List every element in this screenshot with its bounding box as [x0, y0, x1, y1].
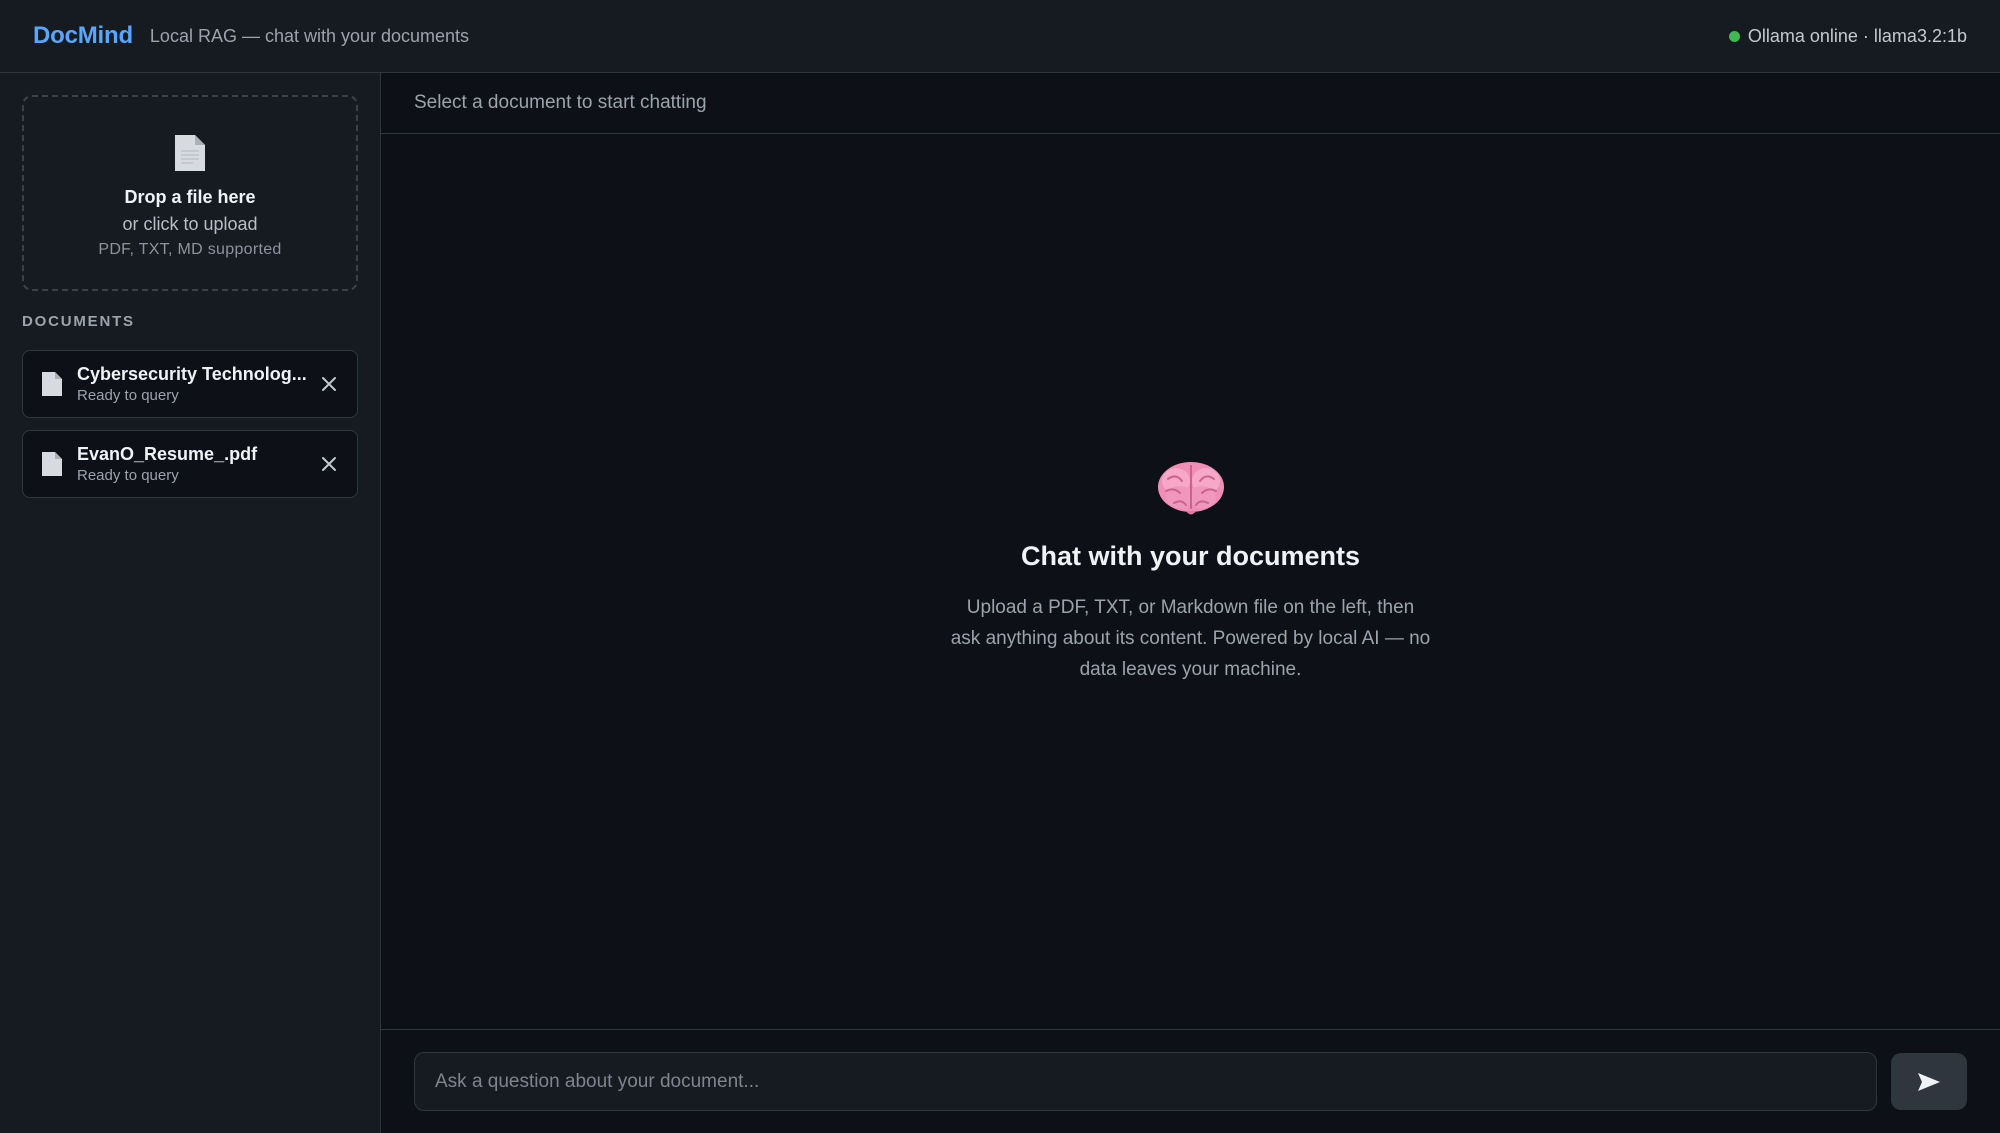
document-item[interactable]: Cybersecurity Technolog... Ready to quer…: [22, 350, 358, 418]
document-text: Cybersecurity Technolog... Ready to quer…: [77, 364, 307, 404]
document-status: Ready to query: [77, 467, 179, 484]
empty-state-description: Upload a PDF, TXT, or Markdown file on t…: [950, 596, 1431, 680]
chat-question-input[interactable]: [414, 1052, 1877, 1111]
document-status: Ready to query: [77, 387, 179, 404]
chat-input-bar: [381, 1029, 2000, 1133]
app-tagline: Local RAG — chat with your documents: [149, 25, 470, 46]
send-icon: [1918, 1072, 1940, 1091]
document-item[interactable]: EvanO_Resume_.pdf Ready to query: [22, 430, 358, 498]
empty-state-title: Chat with your documents: [1020, 540, 1361, 571]
app-logo[interactable]: DocMind: [33, 22, 133, 50]
send-button[interactable]: [1891, 1053, 1967, 1110]
file-icon: [42, 452, 62, 476]
remove-document-button[interactable]: [317, 452, 341, 476]
app-header: DocMind Local RAG — chat with your docum…: [0, 0, 2000, 73]
chat-empty-state: Chat with your documents Upload a PDF, T…: [381, 134, 2000, 1029]
sidebar: Drop a file here or click to upload PDF,…: [0, 73, 381, 1133]
file-dropzone[interactable]: Drop a file here or click to upload PDF,…: [22, 95, 358, 291]
chat-header: Select a document to start chatting: [381, 73, 2000, 134]
document-icon: [175, 135, 205, 171]
dropzone-title: Drop a file here: [124, 187, 256, 207]
app-window: DocMind Local RAG — chat with your docum…: [0, 0, 2000, 1133]
document-name: Cybersecurity Technolog...: [77, 364, 307, 384]
model-status: Ollama online · llama3.2:1b: [1728, 25, 1967, 47]
close-icon: [322, 377, 336, 391]
chat-panel: Select a document to start chatting Chat…: [381, 73, 2000, 1133]
remove-document-button[interactable]: [317, 372, 341, 396]
dropzone-formats: PDF, TXT, MD supported: [98, 241, 282, 258]
model-status-text: Ollama online · llama3.2:1b: [1747, 25, 1967, 46]
status-dot-icon: [1728, 30, 1740, 42]
dropzone-subtitle: or click to upload: [122, 214, 258, 234]
file-icon: [42, 372, 62, 396]
document-text: EvanO_Resume_.pdf Ready to query: [77, 444, 307, 484]
app-body: Drop a file here or click to upload PDF,…: [0, 73, 2000, 1133]
documents-heading: DOCUMENTS: [22, 313, 135, 330]
close-icon: [322, 457, 336, 471]
brain-icon: [1157, 461, 1224, 514]
document-name: EvanO_Resume_.pdf: [77, 444, 258, 464]
